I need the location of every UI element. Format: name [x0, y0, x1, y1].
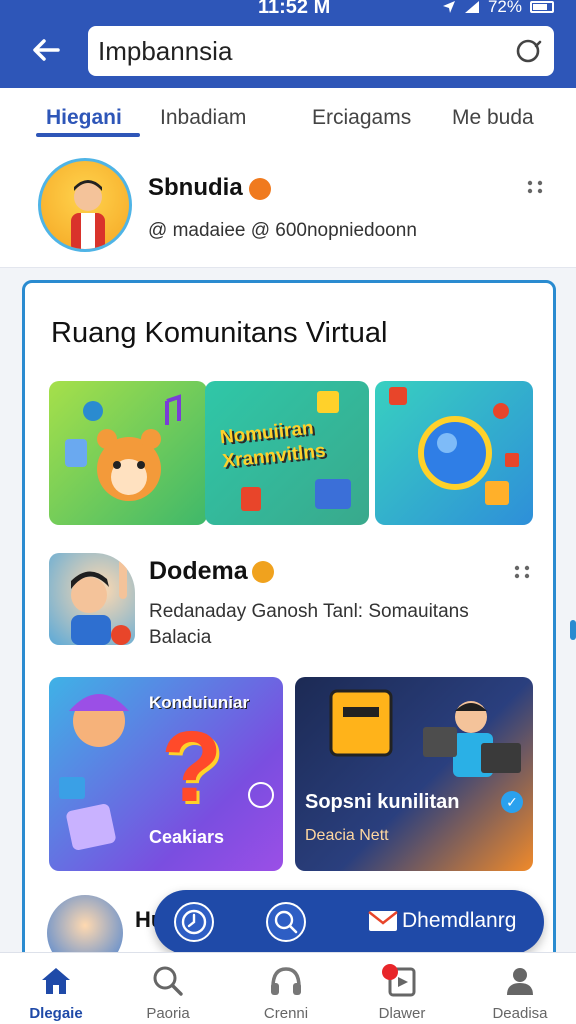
- nav-community[interactable]: Crenni: [238, 963, 334, 1022]
- active-tab-indicator: [36, 133, 140, 137]
- clock-button[interactable]: [174, 902, 214, 942]
- nav-label: Deadisa: [492, 1005, 548, 1022]
- signal-icon: [464, 1, 479, 13]
- nav-label: Crenni: [263, 1005, 309, 1022]
- battery-icon: [530, 1, 554, 13]
- nav-label: Paoria: [146, 1005, 190, 1022]
- post-author-text: Dodema: [149, 557, 248, 585]
- profile-name-text: Sbnudia: [148, 174, 243, 201]
- profile-handle: @ madaiee @ 600nopniedoonn: [148, 220, 417, 241]
- tab-me-buda[interactable]: Me buda: [452, 106, 534, 130]
- search-icon[interactable]: [512, 34, 546, 68]
- battery-percent: 72%: [487, 0, 522, 16]
- tile-5-subtitle: Deacia Nett: [305, 827, 389, 844]
- tile-4-subtitle: Ceakiars: [149, 827, 225, 847]
- community-card: Ruang Komunitans Virtual Nomuiiran Xrann…: [22, 280, 556, 980]
- status-icons: 72%: [442, 0, 554, 17]
- community-tile-5[interactable]: Sopsni kunilitan ✓ Deacia Nett: [295, 677, 533, 871]
- more-options-icon[interactable]: [526, 178, 544, 196]
- arrow-left-icon: [33, 39, 60, 61]
- community-tile-4[interactable]: ? Konduiuniar Ceakiars: [49, 677, 283, 871]
- profile-header: Sbnudia @ madaiee @ 600nopniedoonn: [0, 142, 576, 268]
- tab-hiegani[interactable]: Hiegani: [46, 106, 122, 130]
- badge-icon: [251, 561, 274, 584]
- search-button[interactable]: [266, 902, 306, 942]
- nav-profile[interactable]: Deadisa: [472, 963, 568, 1022]
- verified-icon: ✓: [501, 791, 523, 813]
- tile-5-title: Sopsni kunilitan: [305, 791, 460, 813]
- nav-home[interactable]: Dlegaie: [8, 963, 104, 1022]
- nav-label: Dlawer: [378, 1005, 426, 1022]
- post-avatar[interactable]: [49, 553, 135, 645]
- person-waving-icon: [71, 559, 131, 645]
- community-tile-1[interactable]: [49, 381, 207, 525]
- search-icon: [153, 966, 183, 996]
- globe-illustration-icon: [389, 387, 519, 505]
- search-icon: [274, 910, 298, 934]
- nav-label: Dlegaie: [29, 1005, 83, 1022]
- post-author-name: Dodema: [149, 557, 274, 586]
- headphones-icon: [271, 967, 301, 995]
- pill-label[interactable]: Dhemdlanrg: [402, 909, 516, 933]
- notification-dot: [382, 964, 398, 980]
- profile-name: Sbnudia: [148, 174, 271, 202]
- location-icon: [442, 1, 455, 13]
- avatar[interactable]: [38, 158, 132, 252]
- bottom-navigation: Dlegaie Paoria Crenni Dlawer Deadisa: [0, 952, 576, 1024]
- nav-search[interactable]: Paoria: [120, 963, 216, 1022]
- more-options-icon[interactable]: [513, 563, 531, 581]
- person-illustration-icon: [71, 180, 105, 249]
- search-input[interactable]: [98, 32, 498, 70]
- clock-icon: [181, 909, 207, 935]
- question-mark-icon: ?: [161, 711, 223, 823]
- card-title: Ruang Komunitans Virtual: [51, 317, 388, 349]
- community-tile-3[interactable]: [375, 381, 533, 525]
- floating-action-bar: Dhemdlanrg: [154, 890, 544, 954]
- person-icon: [507, 968, 533, 995]
- back-button[interactable]: [28, 32, 64, 68]
- mail-icon: [368, 911, 398, 931]
- game-pieces-icon: [241, 391, 351, 511]
- tile-4-title: Konduiuniar: [149, 693, 250, 712]
- scroll-indicator[interactable]: [570, 620, 576, 640]
- tab-inbadiam[interactable]: Inbadiam: [160, 106, 246, 130]
- home-icon: [42, 968, 70, 994]
- status-time: 11:52 M: [258, 0, 331, 18]
- search-box[interactable]: [88, 26, 554, 76]
- community-tile-2[interactable]: Nomuiiran Xrannvitlns: [205, 381, 369, 525]
- post-description: Redanaday Ganosh Tanl: Somauitans Balaci…: [149, 601, 469, 648]
- app-header: 11:52 M 72%: [0, 0, 576, 88]
- badge-icon: [248, 177, 271, 200]
- tab-erciagams[interactable]: Erciagams: [312, 106, 411, 130]
- nav-player[interactable]: Dlawer: [354, 963, 450, 1022]
- hamster-illustration-icon: [65, 394, 181, 501]
